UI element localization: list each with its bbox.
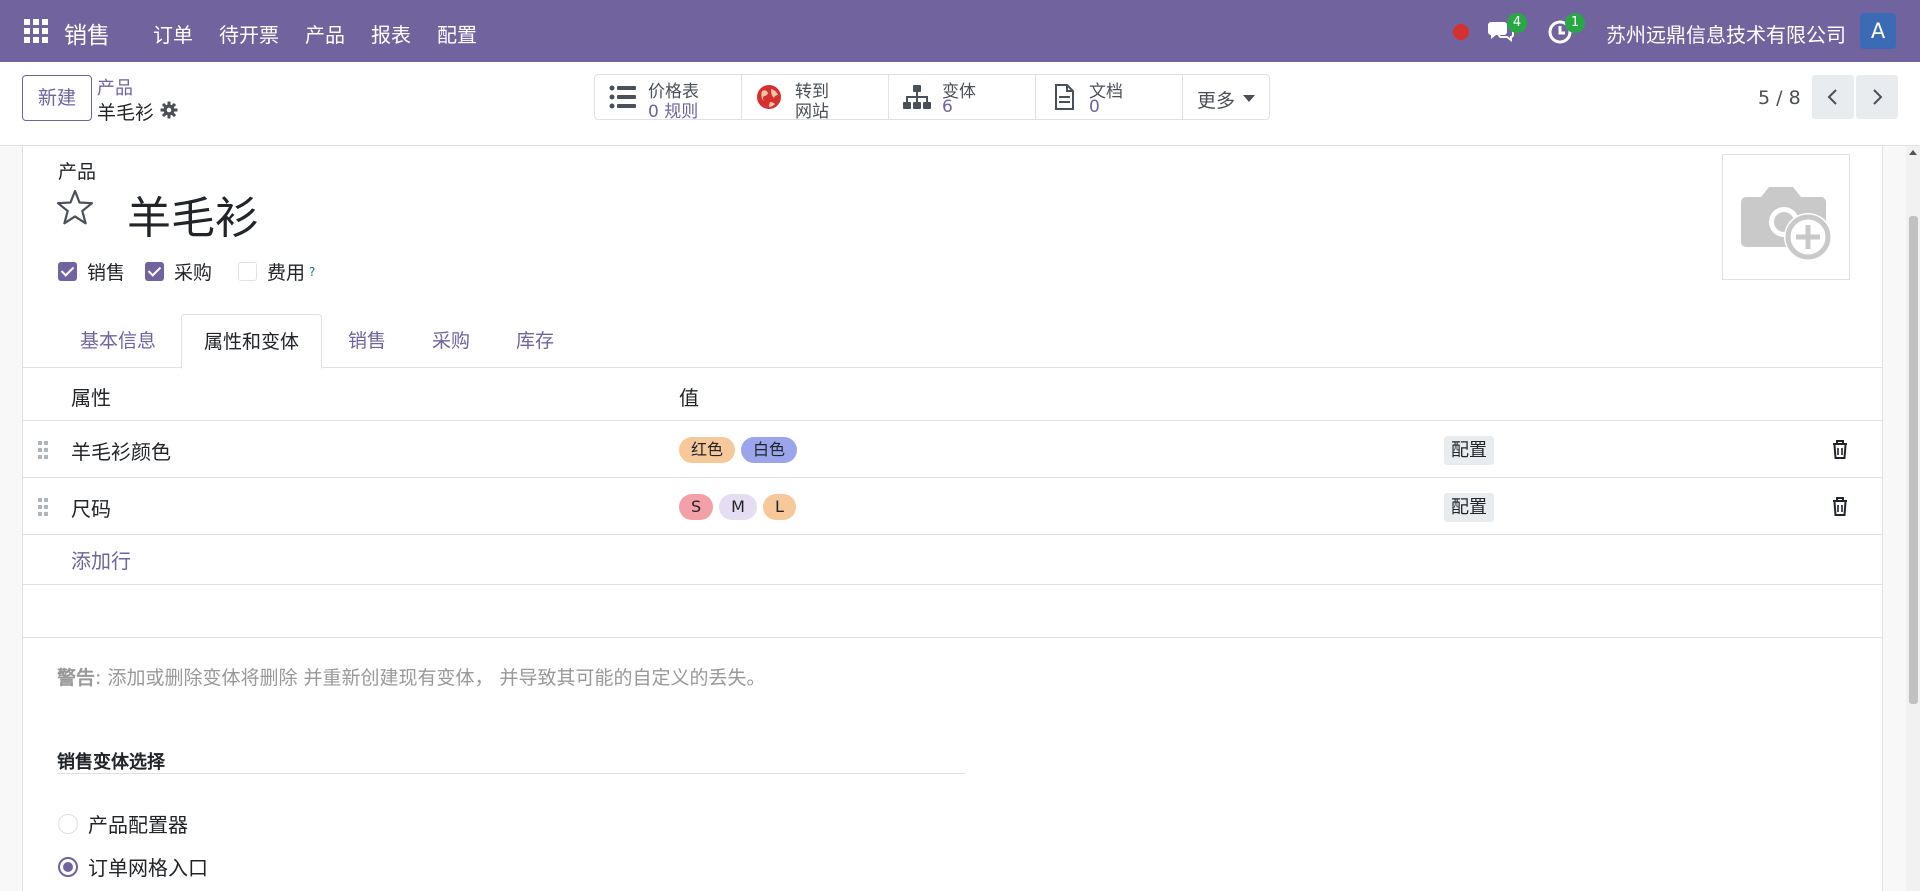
value-tag: 白色 bbox=[741, 437, 798, 463]
pager-value[interactable]: 5 / 8 bbox=[1758, 87, 1801, 109]
documents-count: 0 bbox=[1089, 97, 1100, 117]
product-image-upload[interactable] bbox=[1722, 154, 1850, 280]
control-panel: 新建 产品 羊毛衫 价格表 0 规则 转到 网站 变体 6 文档 0 更多 5 … bbox=[0, 62, 1920, 146]
chevron-left-icon bbox=[1827, 89, 1837, 105]
can-be-expensed-label: 费用 bbox=[267, 262, 306, 284]
attribute-name[interactable]: 尺码 bbox=[71, 493, 111, 522]
form-tabs: 基本信息 属性和变体 销售 采购 库存 bbox=[23, 314, 1882, 369]
trash-icon[interactable] bbox=[1831, 496, 1849, 516]
checkbox-checked-icon[interactable] bbox=[145, 262, 165, 281]
drag-handle-icon[interactable] bbox=[37, 497, 49, 517]
add-line-link[interactable]: 添加行 bbox=[71, 545, 131, 574]
activity-count-badge: 1 bbox=[1565, 13, 1585, 33]
tab-purchase[interactable]: 采购 bbox=[432, 314, 470, 368]
more-dropdown-button[interactable]: 更多 bbox=[1183, 75, 1269, 119]
trash-icon[interactable] bbox=[1831, 439, 1849, 459]
value-tag: M bbox=[719, 494, 757, 520]
menu-item-reporting[interactable]: 报表 bbox=[358, 19, 424, 48]
attribute-values[interactable]: S M L bbox=[679, 494, 796, 520]
new-button[interactable]: 新建 bbox=[22, 75, 92, 121]
can-be-purchased-checkbox[interactable]: 采购 bbox=[145, 258, 212, 285]
tab-inventory[interactable]: 库存 bbox=[516, 314, 554, 368]
order-grid-entry-label: 订单网格入口 bbox=[88, 856, 208, 880]
can-be-sold-label: 销售 bbox=[87, 262, 126, 284]
pricelist-smart-button[interactable]: 价格表 0 规则 bbox=[595, 75, 742, 122]
help-tooltip-icon[interactable]: ? bbox=[309, 265, 315, 279]
radio-product-configurator[interactable]: 产品配置器 bbox=[58, 809, 188, 838]
main-menu: 订单 待开票 产品 报表 配置 bbox=[140, 19, 490, 48]
smart-button-bar: 价格表 0 规则 转到 网站 变体 6 文档 0 更多 bbox=[594, 74, 1270, 122]
checkbox-checked-icon[interactable] bbox=[58, 262, 77, 281]
can-be-purchased-label: 采购 bbox=[174, 262, 213, 284]
variants-smart-button[interactable]: 变体 6 bbox=[889, 75, 1036, 119]
caret-down-icon bbox=[1243, 95, 1255, 102]
variants-count: 6 bbox=[942, 97, 953, 117]
section-divider bbox=[57, 773, 965, 774]
documents-smart-button[interactable]: 文档 0 bbox=[1036, 75, 1183, 119]
drag-handle-icon[interactable] bbox=[37, 440, 49, 460]
product-type-options: 销售 采购 费用 ? bbox=[58, 258, 335, 285]
attribute-table-header: 属性 值 bbox=[23, 368, 1882, 421]
file-icon bbox=[1050, 84, 1078, 110]
menu-item-products[interactable]: 产品 bbox=[292, 19, 358, 48]
top-navbar: 销售 订单 待开票 产品 报表 配置 4 1 苏州远鼎信息技术有限公司 A bbox=[0, 0, 1920, 62]
gear-icon[interactable] bbox=[160, 101, 178, 119]
globe-icon bbox=[756, 84, 784, 110]
divider bbox=[23, 637, 1882, 638]
sitemap-icon bbox=[903, 84, 931, 110]
attribute-values[interactable]: 红色 白色 bbox=[679, 437, 798, 463]
product-configurator-label: 产品配置器 bbox=[88, 813, 188, 837]
warning-label: 警告 bbox=[57, 667, 96, 689]
divider bbox=[23, 584, 1882, 585]
menu-item-orders[interactable]: 订单 bbox=[140, 19, 206, 48]
user-avatar[interactable]: A bbox=[1860, 13, 1896, 49]
list-icon bbox=[609, 84, 637, 110]
breadcrumb-parent[interactable]: 产品 bbox=[97, 74, 133, 100]
go-to-website-smart-button[interactable]: 转到 网站 bbox=[742, 75, 889, 122]
configure-button[interactable]: 配置 bbox=[1444, 493, 1494, 522]
radio-order-grid-entry[interactable]: 订单网格入口 bbox=[58, 852, 208, 881]
tab-general-information[interactable]: 基本信息 bbox=[80, 314, 156, 368]
record-status-icon[interactable] bbox=[1453, 24, 1469, 40]
column-header-attribute[interactable]: 属性 bbox=[71, 382, 111, 411]
apps-grid-icon[interactable] bbox=[24, 19, 48, 43]
website-label: 网站 bbox=[795, 102, 829, 122]
scroll-up-arrow-icon[interactable] bbox=[1909, 150, 1917, 155]
value-tag: L bbox=[762, 494, 796, 520]
menu-item-to-invoice[interactable]: 待开票 bbox=[206, 19, 292, 48]
variant-warning: 警告: 添加或删除变体将删除 并重新创建现有变体， 并导致其可能的自定义的丢失。 bbox=[57, 663, 766, 690]
can-be-expensed-checkbox[interactable]: 费用 ? bbox=[238, 258, 315, 285]
chat-count-badge: 4 bbox=[1507, 13, 1527, 33]
product-name-field[interactable]: 羊毛衫 bbox=[127, 182, 259, 246]
radio-unselected-icon[interactable] bbox=[58, 813, 78, 834]
attribute-name[interactable]: 羊毛衫颜色 bbox=[71, 436, 171, 465]
app-brand[interactable]: 销售 bbox=[64, 16, 110, 50]
radio-selected-icon[interactable] bbox=[58, 856, 78, 877]
more-label: 更多 bbox=[1197, 90, 1236, 112]
column-header-values[interactable]: 值 bbox=[679, 382, 699, 411]
value-tag: 红色 bbox=[679, 437, 736, 463]
product-form-sheet: 产品 羊毛衫 销售 采购 费用 ? 基本信息 属性和变体 销售 采购 库存 属性… bbox=[22, 146, 1883, 891]
table-row[interactable]: 羊毛衫颜色 红色 白色 配置 bbox=[23, 421, 1882, 478]
star-icon[interactable] bbox=[55, 188, 95, 228]
breadcrumb-current: 羊毛衫 bbox=[97, 102, 155, 124]
table-row[interactable]: 尺码 S M L 配置 bbox=[23, 478, 1882, 535]
pricelist-value: 0 规则 bbox=[648, 102, 699, 122]
pager-next-button[interactable] bbox=[1856, 75, 1898, 119]
product-label: 产品 bbox=[58, 161, 97, 183]
tab-attributes-variants[interactable]: 属性和变体 bbox=[181, 314, 323, 369]
can-be-sold-checkbox[interactable]: 销售 bbox=[58, 258, 125, 285]
pager-previous-button[interactable] bbox=[1812, 75, 1854, 119]
chevron-right-icon bbox=[1873, 89, 1883, 105]
tab-sales[interactable]: 销售 bbox=[348, 314, 386, 368]
scrollbar[interactable] bbox=[1906, 146, 1920, 891]
menu-item-configuration[interactable]: 配置 bbox=[424, 19, 490, 48]
sales-variant-selection-title: 销售变体选择 bbox=[57, 752, 165, 773]
warning-text: : 添加或删除变体将删除 并重新创建现有变体， 并导致其可能的自定义的丢失。 bbox=[95, 667, 766, 689]
configure-button[interactable]: 配置 bbox=[1444, 436, 1494, 465]
scrollbar-thumb[interactable] bbox=[1909, 216, 1918, 704]
checkbox-unchecked-icon[interactable] bbox=[238, 262, 258, 281]
company-switcher[interactable]: 苏州远鼎信息技术有限公司 bbox=[1606, 19, 1846, 48]
value-tag: S bbox=[679, 494, 714, 520]
